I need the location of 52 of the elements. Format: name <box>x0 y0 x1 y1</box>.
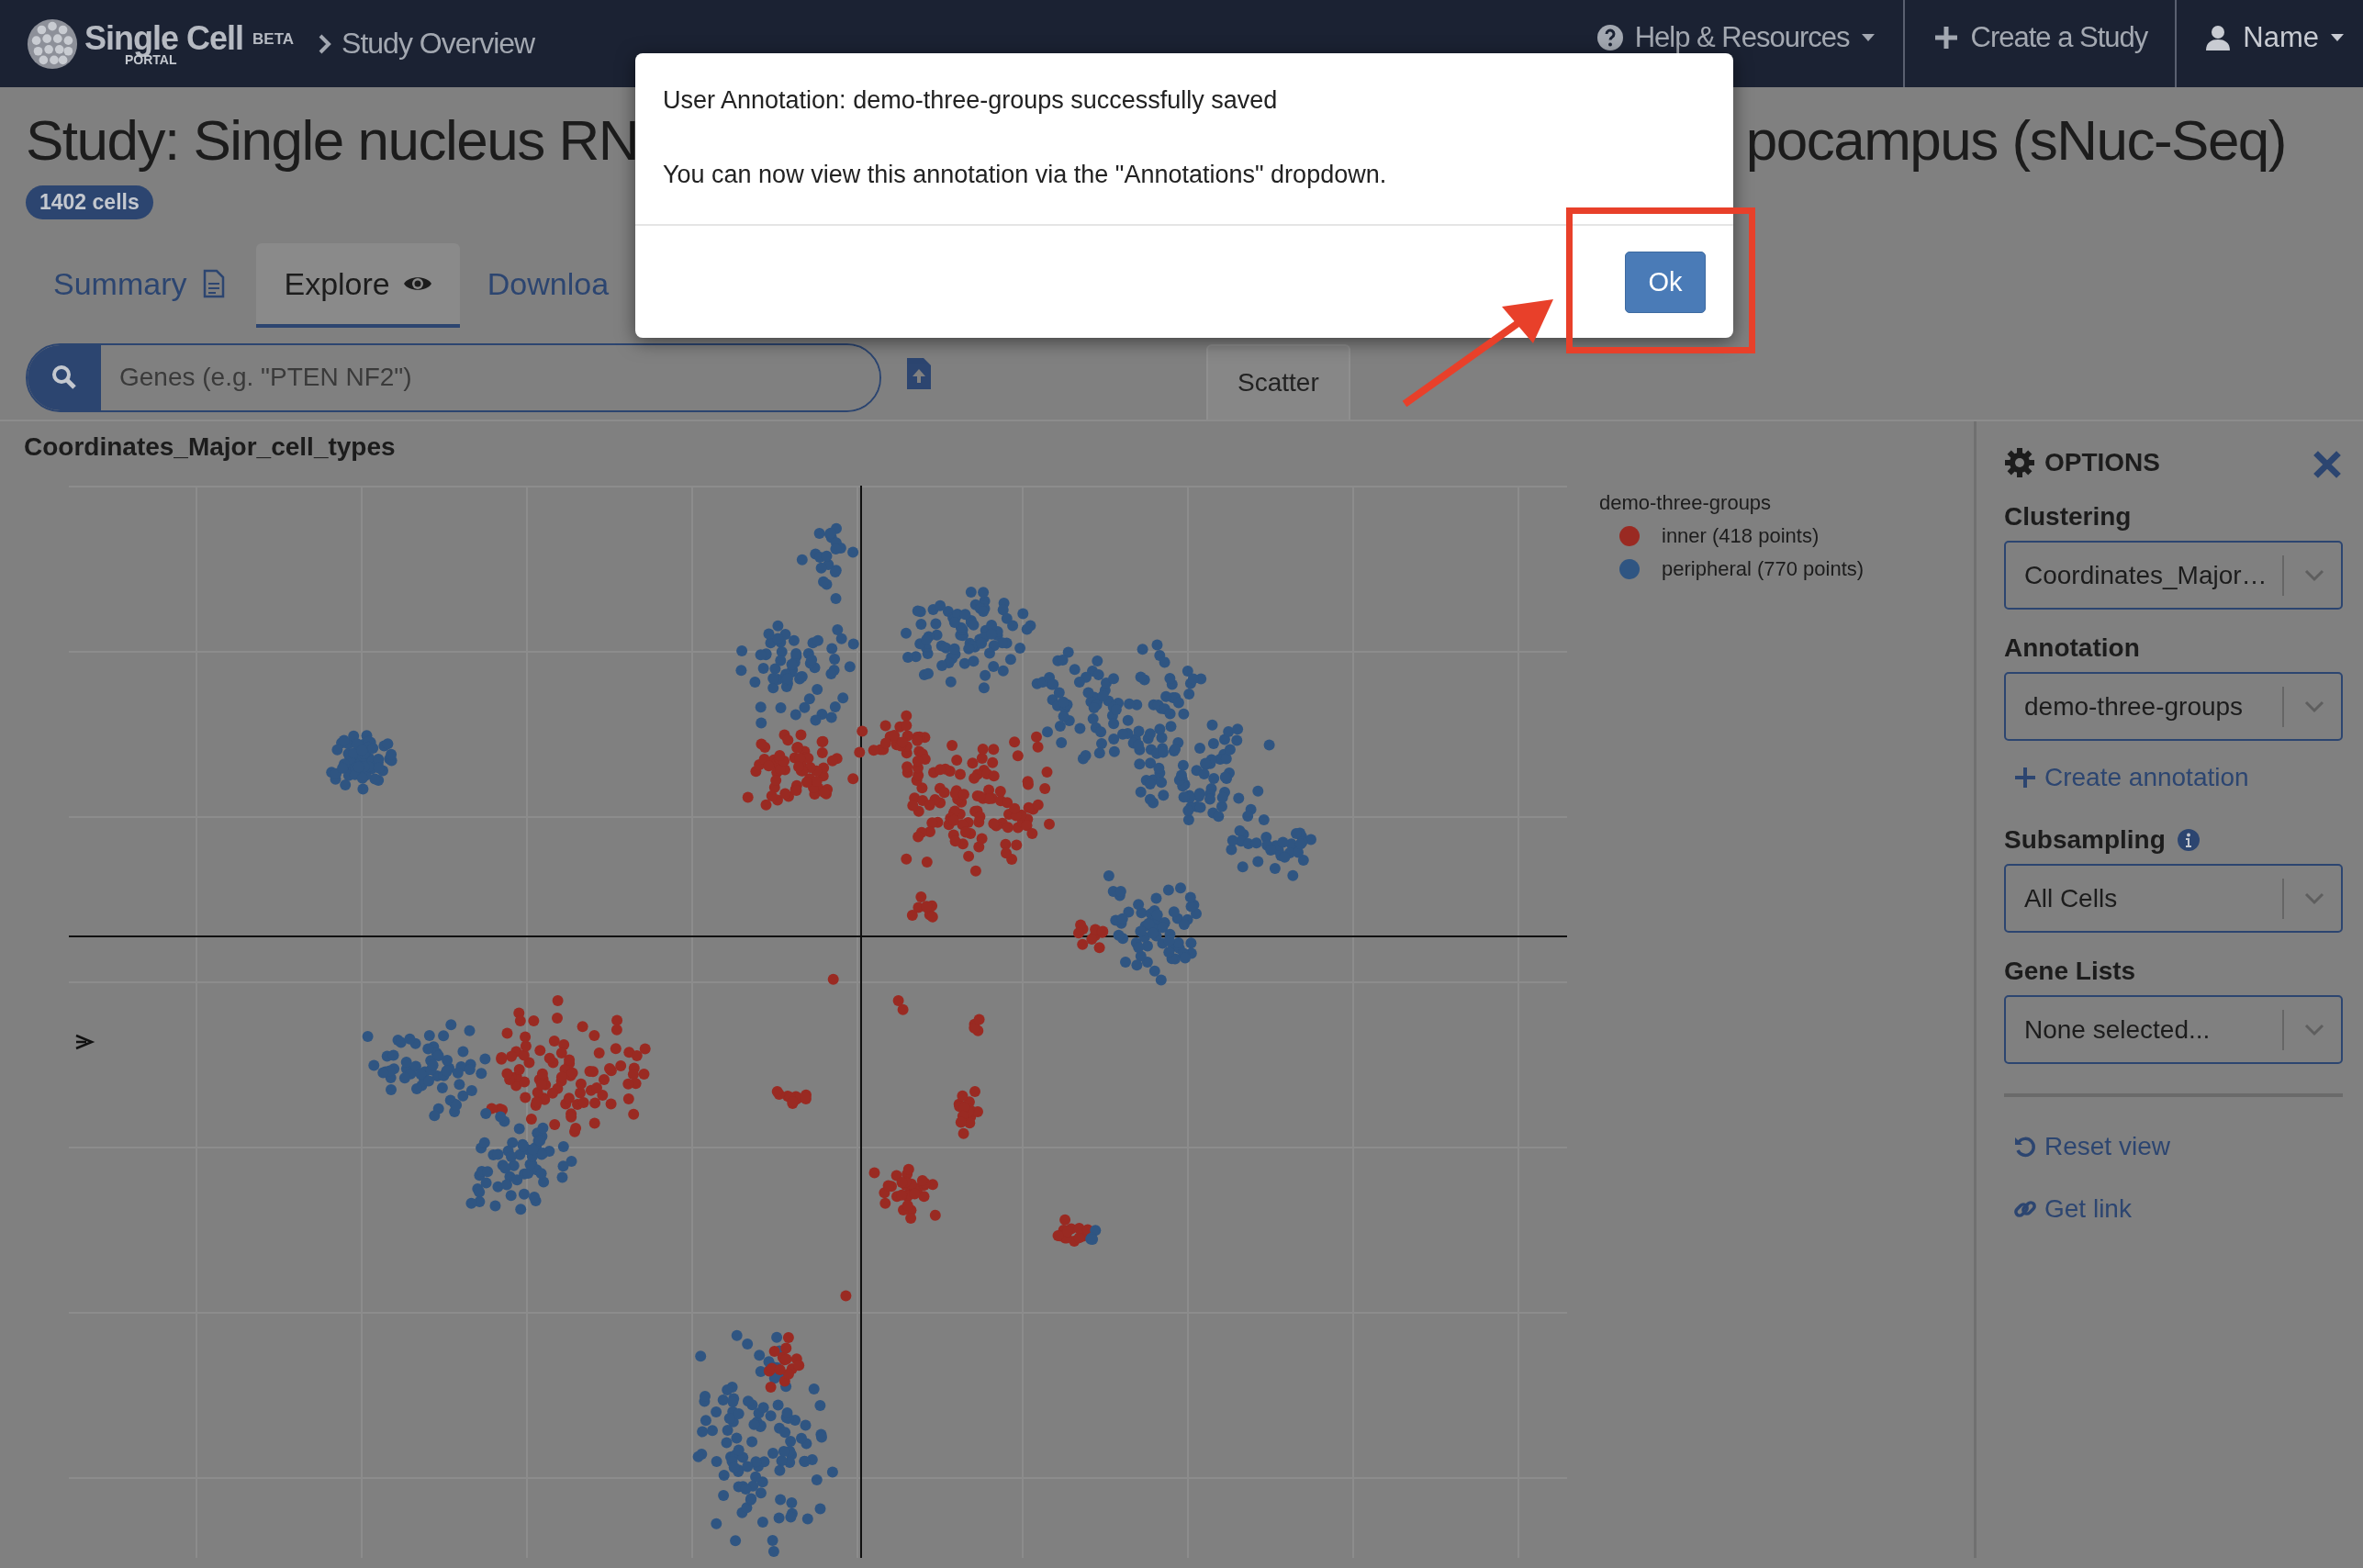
search-field[interactable]: Genes (e.g. "PTEN NF2") <box>26 342 881 412</box>
breadcrumb-link[interactable]: Study Overview <box>342 27 535 61</box>
reset-view-link[interactable]: Reset view <box>2004 1132 2170 1161</box>
tab[interactable]: Summary <box>26 243 257 328</box>
study-title: pocampus (sNuc-Seq) <box>1745 107 2286 173</box>
logo-text: Single Cell <box>84 21 244 55</box>
nav-menu-item[interactable]: Help & Resources <box>1568 0 1903 87</box>
legend-label: inner (418 points) <box>1662 524 1820 548</box>
chevron-down-icon <box>2304 700 2324 713</box>
caret-icon <box>2330 32 2345 42</box>
field-label: Clustering <box>2004 502 2132 532</box>
logo-icon <box>26 17 79 71</box>
get-link[interactable]: Get link <box>2004 1194 2132 1224</box>
create-annotation-link[interactable]: Create annotation <box>2004 763 2249 792</box>
nav-menu-item[interactable]: Name <box>2175 0 2363 87</box>
tab[interactable]: Explore <box>256 243 460 328</box>
study-title: Study: Single nucleus RN <box>26 107 639 173</box>
nav-menu-item[interactable]: Create a Study <box>1902 0 2176 87</box>
field-label: Annotation <box>2004 633 2140 663</box>
dialog-message: You can now view this annotation via the "Annotations" dropdown. <box>663 161 1388 189</box>
beta-label: BETA <box>252 29 295 49</box>
dropdown-select[interactable]: None selected... <box>2004 995 2343 1064</box>
file-upload-icon[interactable] <box>905 356 933 391</box>
close-icon <box>2312 449 2343 480</box>
dropdown-select[interactable]: All Cells <box>2004 864 2343 933</box>
legend-item[interactable]: peripheral (770 points) <box>1619 557 1865 581</box>
chevron-down-icon <box>2304 891 2324 905</box>
cell-count-badge: 1402 cells <box>26 185 153 219</box>
tab[interactable]: Downloa <box>459 243 637 328</box>
dropdown-select[interactable]: Coordinates_Major… <box>2004 541 2343 610</box>
chevron-down-icon <box>2304 568 2324 582</box>
chevron-down-icon <box>2304 1023 2324 1036</box>
field-label: Gene Lists <box>2004 957 2136 986</box>
question-icon <box>1596 23 1624 51</box>
field-label: Subsampling <box>2004 825 2166 855</box>
plot-tab[interactable]: Scatter <box>1206 344 1350 420</box>
caret-icon <box>1860 32 1876 42</box>
user-icon <box>2204 23 2233 51</box>
dialog-message: User Annotation: demo-three-groups successfully saved <box>663 86 1279 115</box>
legend-title: demo-three-groups <box>1599 491 1773 515</box>
chevron-icon <box>318 32 333 55</box>
gear-icon <box>2004 447 2035 478</box>
undo-icon <box>2013 1135 2037 1159</box>
ok-button[interactable]: Ok <box>1625 251 1706 313</box>
legend-label: peripheral (770 points) <box>1662 557 1865 581</box>
dropdown-select[interactable]: demo-three-groups <box>2004 672 2343 741</box>
search-icon <box>50 364 78 391</box>
options-title: OPTIONS <box>2044 448 2161 477</box>
plot-title: Coordinates_Major_cell_types <box>24 432 397 462</box>
close-button[interactable] <box>2312 449 2339 476</box>
legend-item[interactable]: inner (418 points) <box>1619 524 1865 548</box>
plus-icon <box>2013 766 2037 790</box>
